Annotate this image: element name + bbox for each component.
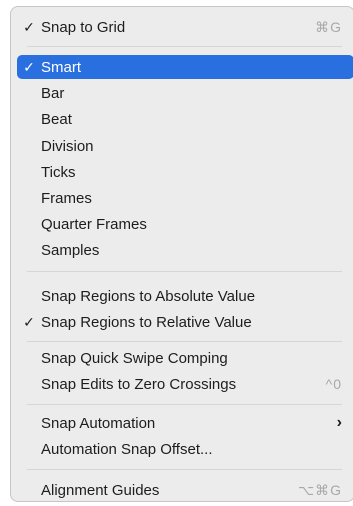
- menu-item-snap-to-grid[interactable]: ✓ Snap to Grid ⌘G: [17, 15, 353, 39]
- menu-item-label: Quarter Frames: [41, 215, 147, 233]
- menu-item-label: Alignment Guides: [41, 481, 160, 499]
- menu-item-label: Bar: [41, 84, 65, 102]
- menu-item-label: Snap Quick Swipe Comping: [41, 349, 228, 367]
- menu-item-snap-edits-zero-crossings[interactable]: Snap Edits to Zero Crossings ^0: [17, 372, 353, 396]
- menu-item-frames[interactable]: Frames: [17, 186, 353, 210]
- keyboard-shortcut: ⌥⌘G: [297, 481, 342, 498]
- keyboard-shortcut: ⌘G: [315, 18, 342, 35]
- checkmark-icon: ✓: [23, 313, 35, 330]
- menu-separator: [27, 341, 342, 342]
- menu-item-automation-snap-offset[interactable]: Automation Snap Offset...: [17, 437, 353, 461]
- menu-item-alignment-guides[interactable]: Alignment Guides ⌥⌘G: [17, 478, 353, 501]
- menu-item-label: Snap Regions to Absolute Value: [41, 287, 256, 305]
- menu-separator: [27, 46, 342, 47]
- checkmark-icon: ✓: [23, 18, 35, 35]
- menu-item-label: Division: [41, 137, 94, 155]
- menu-item-label: Snap Automation: [41, 414, 156, 432]
- menu-item-label: Samples: [41, 241, 100, 259]
- menu-item-label: Smart: [41, 58, 82, 76]
- checkmark-icon: ✓: [23, 58, 35, 75]
- keyboard-shortcut: ^0: [325, 376, 342, 392]
- menu-item-label: Beat: [41, 110, 72, 128]
- menu-item-division[interactable]: Division: [17, 134, 353, 158]
- menu-item-bar[interactable]: Bar: [17, 81, 353, 105]
- menu-item-label: Automation Snap Offset...: [41, 440, 213, 458]
- menu-separator: [27, 404, 342, 405]
- menu-item-beat[interactable]: Beat: [17, 107, 353, 131]
- chevron-right-icon: ›: [336, 414, 342, 431]
- menu-item-ticks[interactable]: Ticks: [17, 160, 353, 184]
- snap-menu: ✓ Snap to Grid ⌘G ✓ Smart Bar Beat Divis…: [10, 6, 353, 502]
- menu-item-label: Ticks: [41, 163, 76, 181]
- menu-item-label: Snap Regions to Relative Value: [41, 313, 252, 331]
- menu-item-label: Snap to Grid: [41, 18, 126, 36]
- menu-separator: [27, 469, 342, 470]
- menu-item-samples[interactable]: Samples: [17, 238, 353, 262]
- menu-item-smart[interactable]: ✓ Smart: [17, 55, 353, 79]
- menu-item-snap-regions-absolute[interactable]: Snap Regions to Absolute Value: [17, 284, 353, 308]
- menu-separator: [27, 271, 342, 272]
- menu-item-snap-quick-swipe-comping[interactable]: Snap Quick Swipe Comping: [17, 346, 353, 370]
- menu-item-snap-regions-relative[interactable]: ✓ Snap Regions to Relative Value: [17, 310, 353, 334]
- menu-item-label: Snap Edits to Zero Crossings: [41, 375, 237, 393]
- menu-item-snap-automation[interactable]: Snap Automation ›: [17, 411, 353, 435]
- menu-item-quarter-frames[interactable]: Quarter Frames: [17, 212, 353, 236]
- menu-item-label: Frames: [41, 189, 92, 207]
